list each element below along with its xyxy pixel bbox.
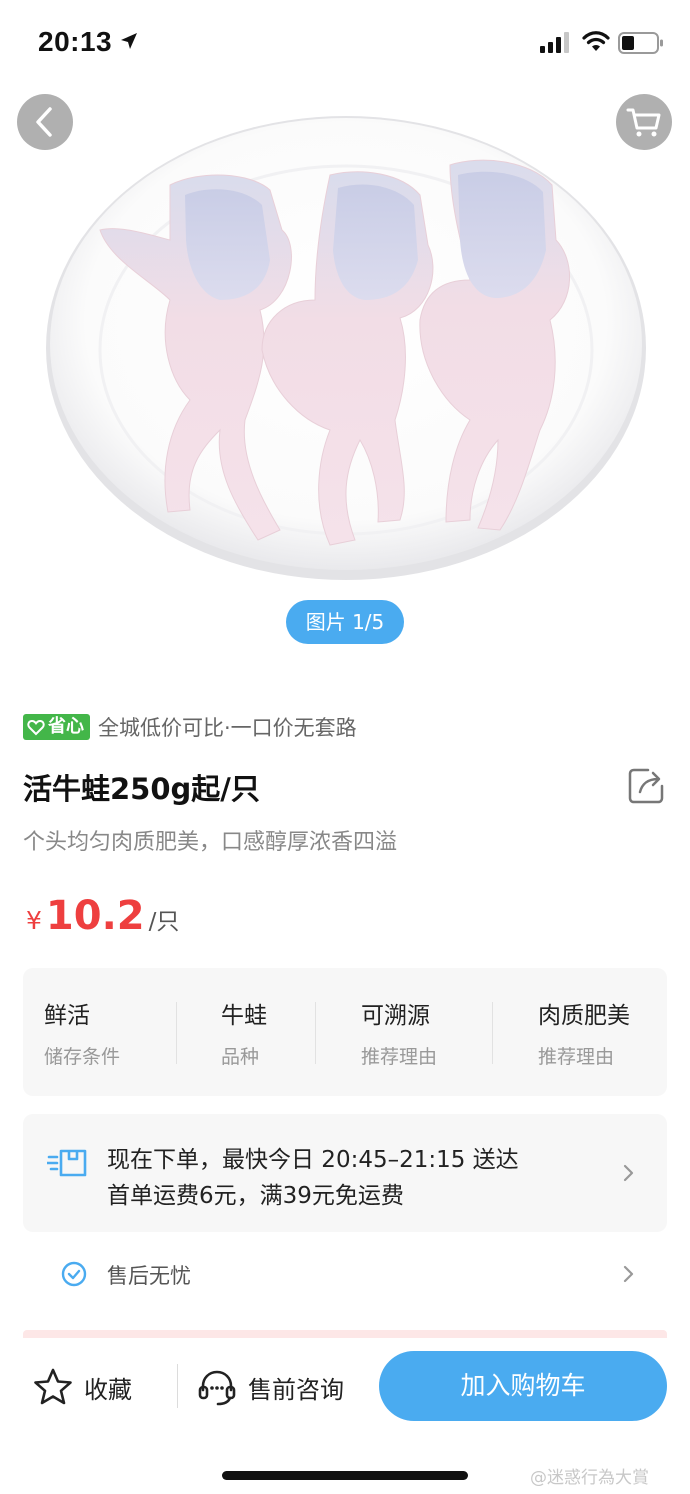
delivery-card[interactable]: 现在下单，最快今日 20:45–21:15 送达 首单运费6元，满39元免运费 bbox=[23, 1114, 667, 1232]
back-button[interactable] bbox=[17, 94, 73, 150]
chevron-right-icon bbox=[623, 1164, 634, 1182]
attribute-divider bbox=[176, 1002, 177, 1064]
attribute-value: 牛蛙 bbox=[221, 1003, 267, 1029]
product-subtitle: 个头均匀肉质肥美，口感醇厚浓香四溢 bbox=[23, 830, 398, 855]
status-bar: 20:13 bbox=[0, 0, 690, 88]
heart-icon bbox=[27, 719, 45, 736]
chevron-right-icon bbox=[623, 1265, 634, 1283]
attribute-value: 鲜活 bbox=[44, 1003, 90, 1029]
back-icon bbox=[36, 107, 52, 137]
status-time: 20:13 bbox=[38, 26, 113, 57]
bottom-action-bar: 收藏 售前咨询 加入购物车 @迷惑行為大賞 bbox=[0, 1338, 690, 1494]
delivery-time-text: 现在下单，最快今日 20:45–21:15 送达 bbox=[107, 1147, 519, 1173]
location-arrow-icon bbox=[121, 33, 137, 49]
share-icon[interactable] bbox=[626, 766, 666, 806]
attribute-label: 推荐理由 bbox=[538, 1046, 615, 1068]
consult-label: 售前咨询 bbox=[248, 1375, 344, 1404]
price: ¥ 10.2 /只 bbox=[26, 893, 179, 939]
next-section-edge bbox=[23, 1330, 667, 1338]
product-title: 活牛蛙250g起/只 bbox=[23, 772, 260, 806]
product-image-gallery[interactable]: 图片 1/5 bbox=[0, 0, 690, 690]
after-sale-label: 售后无忧 bbox=[107, 1264, 191, 1288]
headset-icon bbox=[198, 1370, 236, 1406]
attribute-label: 推荐理由 bbox=[361, 1046, 438, 1068]
product-photo bbox=[46, 116, 646, 580]
check-circle-icon bbox=[61, 1261, 87, 1287]
consult-button[interactable]: 售前咨询 bbox=[196, 1364, 344, 1410]
promo-badge: 省心 bbox=[23, 714, 90, 740]
favorite-label: 收藏 bbox=[84, 1375, 132, 1404]
cart-icon bbox=[626, 108, 661, 137]
home-indicator bbox=[222, 1471, 468, 1480]
attribute-divider bbox=[492, 1002, 493, 1064]
attribute-label: 品种 bbox=[221, 1046, 260, 1068]
bottom-bar-divider bbox=[177, 1364, 178, 1408]
price-unit: /只 bbox=[148, 909, 180, 935]
battery-icon bbox=[618, 32, 663, 54]
promo-badge-label: 省心 bbox=[48, 716, 84, 737]
favorite-button[interactable]: 收藏 bbox=[32, 1364, 132, 1410]
image-counter: 图片 1/5 bbox=[286, 600, 404, 644]
promo-text: 全城低价可比·一口价无套路 bbox=[98, 716, 357, 740]
add-to-cart-button[interactable]: 加入购物车 bbox=[379, 1351, 667, 1421]
wifi-icon bbox=[582, 31, 610, 51]
signal-icon bbox=[540, 32, 569, 53]
delivery-box-icon bbox=[47, 1149, 87, 1177]
attribute-card: 鲜活 储存条件 牛蛙 品种 可溯源 推荐理由 肉质肥美 推荐理由 bbox=[23, 968, 667, 1096]
delivery-fee-text: 首单运费6元，满39元免运费 bbox=[107, 1183, 404, 1209]
attribute-value: 肉质肥美 bbox=[538, 1003, 630, 1029]
cart-button[interactable] bbox=[616, 94, 672, 150]
watermark: @迷惑行為大賞 bbox=[530, 1468, 649, 1488]
star-icon bbox=[34, 1368, 72, 1405]
price-currency: ¥ bbox=[26, 906, 42, 935]
promo-row: 省心 全城低价可比·一口价无套路 bbox=[23, 712, 357, 742]
after-sale-row[interactable]: 售后无忧 bbox=[23, 1244, 667, 1304]
price-value: 10.2 bbox=[45, 893, 145, 939]
attribute-divider bbox=[315, 1002, 316, 1064]
attribute-value: 可溯源 bbox=[361, 1003, 430, 1029]
attribute-label: 储存条件 bbox=[44, 1046, 121, 1068]
